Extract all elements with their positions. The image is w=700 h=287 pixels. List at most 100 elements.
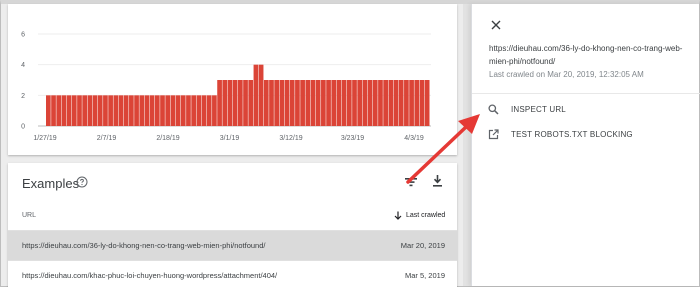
chart-bar[interactable] bbox=[46, 95, 51, 126]
chart-bar[interactable] bbox=[279, 80, 285, 126]
examples-title: Examples bbox=[22, 176, 80, 191]
inspect-url-label: INSPECT URL bbox=[511, 105, 566, 114]
chart-bar[interactable] bbox=[227, 80, 233, 126]
chart-bar[interactable] bbox=[336, 80, 342, 126]
y-tick-label: 6 bbox=[21, 32, 25, 39]
chart-bar[interactable] bbox=[326, 80, 331, 126]
chart-bar[interactable] bbox=[289, 80, 295, 126]
detail-panel: https://dieuhau.com/36-ly-do-khong-nen-c… bbox=[471, 4, 700, 286]
chart-bar[interactable] bbox=[248, 80, 254, 126]
chart-bar[interactable] bbox=[222, 80, 228, 126]
test-robots-button[interactable]: TEST ROBOTS.TXT BLOCKING bbox=[488, 129, 633, 140]
chart-bar[interactable] bbox=[331, 80, 337, 126]
panel-url: https://dieuhau.com/36-ly-do-khong-nen-c… bbox=[489, 44, 683, 66]
annotation-arrow bbox=[406, 114, 480, 184]
chart-bar[interactable] bbox=[321, 80, 326, 126]
chart-bar[interactable] bbox=[372, 80, 378, 126]
chart-bar[interactable] bbox=[393, 80, 399, 126]
chart-bar[interactable] bbox=[77, 95, 82, 126]
table-row[interactable]: https://dieuhau.com/36-ly-do-khong-nen-c… bbox=[8, 231, 457, 260]
chart-bar[interactable] bbox=[212, 95, 217, 126]
chart-bar[interactable] bbox=[149, 95, 155, 126]
table-row[interactable]: https://dieuhau.com/khac-phuc-loi-chuyen… bbox=[8, 261, 457, 287]
panel-last-crawled: Last crawled on Mar 20, 2019, 12:32:05 A… bbox=[489, 70, 644, 79]
chart-bar[interactable] bbox=[87, 95, 93, 126]
chart-bar[interactable] bbox=[180, 95, 186, 126]
chart-bar[interactable] bbox=[191, 95, 196, 126]
chart-bar[interactable] bbox=[144, 95, 150, 126]
chart-bar[interactable] bbox=[175, 95, 181, 126]
chart-bar[interactable] bbox=[295, 80, 300, 126]
x-tick-label: 2/18/19 bbox=[156, 135, 179, 142]
chart-bar[interactable] bbox=[263, 80, 269, 126]
chart-bar[interactable] bbox=[362, 80, 368, 126]
row-date: Mar 5, 2019 bbox=[404, 271, 445, 280]
chart-bar[interactable] bbox=[315, 80, 321, 126]
chart-bar[interactable] bbox=[51, 95, 56, 126]
chart-bar[interactable] bbox=[154, 95, 160, 126]
examples-card: Examples URL Last crawled https://dieuha… bbox=[8, 163, 457, 287]
chart-bar[interactable] bbox=[284, 80, 290, 126]
chart-bar[interactable] bbox=[274, 80, 280, 126]
test-robots-label: TEST ROBOTS.TXT BLOCKING bbox=[511, 130, 633, 139]
chart-bar[interactable] bbox=[82, 95, 88, 126]
chart-bar[interactable] bbox=[108, 95, 113, 126]
chart-bar[interactable] bbox=[357, 80, 363, 126]
x-tick-label: 3/12/19 bbox=[279, 135, 302, 142]
chart-bar[interactable] bbox=[134, 95, 139, 126]
chart-bar[interactable] bbox=[238, 80, 243, 126]
chart-bar[interactable] bbox=[160, 95, 165, 126]
help-circle-icon[interactable] bbox=[76, 176, 88, 188]
chart-bar[interactable] bbox=[269, 80, 274, 126]
chart-bar[interactable] bbox=[165, 95, 171, 126]
chart-bar[interactable] bbox=[129, 95, 134, 126]
chart-bar[interactable] bbox=[139, 95, 145, 126]
chart-bar[interactable] bbox=[388, 80, 394, 126]
y-tick-label: 4 bbox=[21, 62, 25, 69]
chart-bar[interactable] bbox=[378, 80, 383, 126]
chart-bar[interactable] bbox=[92, 95, 98, 126]
x-tick-label: 1/27/19 bbox=[33, 135, 56, 142]
row-date: Mar 20, 2019 bbox=[400, 241, 445, 250]
column-header-url[interactable]: URL bbox=[22, 212, 36, 219]
chart-bar[interactable] bbox=[113, 95, 119, 126]
chart-bar[interactable] bbox=[206, 95, 212, 126]
row-url: https://dieuhau.com/36-ly-do-khong-nen-c… bbox=[22, 241, 266, 250]
close-icon[interactable] bbox=[490, 19, 502, 31]
column-header-last-crawled-label: Last crawled bbox=[406, 212, 446, 219]
chart-bar[interactable] bbox=[118, 95, 124, 126]
chart-bar[interactable] bbox=[170, 95, 176, 126]
chart-bar[interactable] bbox=[305, 80, 311, 126]
chart-bar[interactable] bbox=[56, 95, 62, 126]
chart-bar[interactable] bbox=[253, 64, 259, 126]
chart-bar[interactable] bbox=[71, 95, 77, 126]
chart-bar[interactable] bbox=[300, 80, 305, 126]
chart-bar[interactable] bbox=[310, 80, 316, 126]
chart-bar[interactable] bbox=[196, 95, 202, 126]
chart-bar[interactable] bbox=[232, 80, 238, 126]
chart-bar[interactable] bbox=[352, 80, 357, 126]
row-url: https://dieuhau.com/khac-phuc-loi-chuyen… bbox=[22, 271, 278, 280]
bar-chart: 0 2 4 6 1/27/19 2/7/19 2/18/19 3/1/19 3/12/19 3/2… bbox=[21, 32, 431, 142]
x-tick-label: 3/1/19 bbox=[220, 135, 240, 142]
chart-bar[interactable] bbox=[383, 80, 388, 126]
x-tick-label: 2/7/19 bbox=[97, 135, 117, 142]
chart-bar[interactable] bbox=[217, 80, 222, 126]
chart-bar[interactable] bbox=[123, 95, 129, 126]
panel-divider bbox=[472, 93, 700, 94]
chart-bar[interactable] bbox=[201, 95, 207, 126]
x-tick-label: 3/23/19 bbox=[341, 135, 364, 142]
sort-arrow-down-icon bbox=[394, 211, 402, 220]
chart-bar[interactable] bbox=[186, 95, 191, 126]
chart-bar[interactable] bbox=[243, 80, 248, 126]
chart-bar[interactable] bbox=[367, 80, 373, 126]
chart-bar[interactable] bbox=[66, 95, 72, 126]
chart-bar[interactable] bbox=[97, 95, 103, 126]
chart-bar[interactable] bbox=[346, 80, 352, 126]
chart-bar[interactable] bbox=[61, 95, 67, 126]
inspect-url-button[interactable]: INSPECT URL bbox=[488, 104, 566, 115]
column-header-last-crawled[interactable]: Last crawled bbox=[394, 211, 445, 220]
chart-bar[interactable] bbox=[103, 95, 108, 126]
chart-bar[interactable] bbox=[341, 80, 347, 126]
chart-bar[interactable] bbox=[258, 64, 264, 126]
